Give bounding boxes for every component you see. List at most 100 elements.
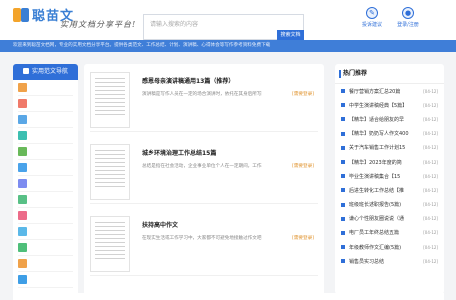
hot-item[interactable]: 中学生演讲稿经典【5篇】 [04-12] — [335, 98, 444, 112]
hot-item-title[interactable]: 后进生转化工作总结【推 — [349, 187, 411, 194]
category-icon — [18, 147, 27, 156]
bullet-icon — [341, 259, 345, 264]
hot-item-date: [04-12] — [423, 173, 438, 179]
category-icon — [18, 227, 27, 236]
search-button[interactable]: 搜索文档 — [277, 30, 304, 40]
hot-item-title[interactable]: 电厂员工年终总结五篇 — [349, 229, 411, 236]
login-button[interactable]: ● 登录/注册 — [390, 7, 426, 28]
user-icon: ● — [402, 7, 414, 19]
sidebar-title-text: 实用范文导航 — [31, 68, 68, 75]
sidebar-item[interactable] — [18, 208, 73, 224]
hot-item-title[interactable]: 【精华】适合给朋友的早 — [349, 116, 411, 123]
doc-card[interactable]: 感恩母亲演讲稿通用13篇（推荐） 演讲稿是写作人员在一定的场合演讲时，依托在其身… — [90, 68, 318, 132]
sidebar-item[interactable] — [18, 144, 73, 160]
hot-item-title[interactable]: 班级班长述职报告(5篇) — [349, 201, 411, 208]
doc-desc: 总结是指在社会活动，企业事业单位个人在一定期间，工作、学习或思想… — [142, 164, 262, 169]
sidebar-item[interactable] — [18, 240, 73, 256]
doc-desc: 演讲稿是写作人员在一定的场合演讲时，依托在其身后所写的文书，在… — [142, 92, 262, 97]
book-icon — [13, 7, 29, 22]
hot-item[interactable]: 【精华】2023年度的简 [04-12] — [335, 155, 444, 169]
bullet-icon — [341, 160, 345, 165]
hot-item[interactable]: 销售员实习总结 [04-12] — [335, 254, 444, 268]
hot-title: 热门推荐 — [335, 64, 444, 84]
login-label: 登录/注册 — [397, 22, 419, 28]
sidebar: 实用范文导航 — [13, 64, 78, 300]
hot-item[interactable]: 毕业生演讲稿集合【15 [04-12] — [335, 169, 444, 183]
hot-item-date: [04-12] — [423, 145, 438, 151]
doc-login-hint[interactable]: [需要登录] — [292, 235, 314, 241]
sidebar-item[interactable] — [18, 160, 73, 176]
category-icon — [18, 275, 27, 284]
category-icon — [18, 83, 27, 92]
bullet-icon — [341, 89, 345, 94]
feedback-button[interactable]: ✎ 投诉建议 — [354, 7, 390, 28]
hot-item-date: [04-12] — [423, 131, 438, 137]
bullet-icon — [341, 174, 345, 179]
notice-bar: 欢迎来到聪苗文档网，专业的实用文档分享平台。提供各类范文、工作总结、计划、演讲稿… — [0, 40, 456, 52]
bullet-icon — [341, 245, 345, 250]
doc-list: 感恩母亲演讲稿通用13篇（推荐） 演讲稿是写作人员在一定的场合演讲时，依托在其身… — [84, 64, 324, 300]
menu-icon — [22, 68, 29, 74]
hot-item[interactable]: 后进生转化工作总结【推 [04-12] — [335, 183, 444, 197]
hot-item[interactable]: 餐厅营销方案汇总20篇 [04-12] — [335, 84, 444, 98]
footer — [13, 293, 444, 300]
bullet-icon — [341, 202, 345, 207]
bullet-icon — [341, 117, 345, 122]
doc-desc: 在现实生活或工作学习中，大家都不可避免地接触过作文吧，借助作文可以… — [142, 236, 262, 241]
category-icon — [18, 243, 27, 252]
hot-item[interactable]: 年级教师作文汇编(5篇) [04-12] — [335, 240, 444, 254]
bullet-icon — [341, 216, 345, 221]
sidebar-title: 实用范文导航 — [13, 64, 78, 80]
hot-item-title[interactable]: 销售员实习总结 — [349, 258, 411, 265]
hot-item[interactable]: 【精华】适合给朋友的早 [04-12] — [335, 112, 444, 126]
hot-item[interactable]: 【精华】奶奶写人作文400 [04-12] — [335, 127, 444, 141]
hot-item-title[interactable]: 谦心个性朋友圈说说（通 — [349, 215, 411, 222]
doc-thumbnail[interactable] — [90, 144, 130, 200]
sidebar-item[interactable] — [18, 112, 73, 128]
hot-item-date: [04-12] — [423, 202, 438, 208]
category-icon — [18, 163, 27, 172]
hot-item-date: [04-12] — [423, 258, 438, 264]
doc-thumbnail[interactable] — [90, 216, 130, 272]
sidebar-item[interactable] — [18, 224, 73, 240]
sidebar-item[interactable] — [18, 96, 73, 112]
hot-panel: 热门推荐 餐厅营销方案汇总20篇 [04-12] 中学生演讲稿经典【5篇】 [04-1… — [335, 64, 444, 294]
hot-item-title[interactable]: 年级教师作文汇编(5篇) — [349, 244, 411, 251]
hot-item-date: [04-12] — [423, 187, 438, 193]
bullet-icon — [341, 131, 345, 136]
slogan: 实用文档分享平台! — [60, 20, 137, 29]
category-icon — [18, 211, 27, 220]
hot-item[interactable]: 谦心个性朋友圈说说（通 [04-12] — [335, 212, 444, 226]
category-icon — [18, 195, 27, 204]
doc-title[interactable]: 城乡环境治理工作总结15篇 — [142, 148, 216, 157]
sidebar-item[interactable] — [18, 128, 73, 144]
bullet-icon — [341, 188, 345, 193]
hot-item-date: [04-12] — [423, 244, 438, 250]
sidebar-item[interactable] — [18, 80, 73, 96]
hot-item-title[interactable]: 【精华】奶奶写人作文400 — [349, 130, 411, 137]
doc-login-hint[interactable]: [需要登录] — [292, 163, 314, 169]
doc-thumbnail[interactable] — [90, 72, 130, 128]
doc-card[interactable]: 城乡环境治理工作总结15篇 总结是指在社会活动，企业事业单位个人在一定期间，工作… — [90, 140, 318, 204]
hot-item-title[interactable]: 餐厅营销方案汇总20篇 — [349, 88, 411, 95]
bullet-icon — [341, 145, 345, 150]
sidebar-item[interactable] — [18, 192, 73, 208]
sidebar-item[interactable] — [18, 256, 73, 272]
hot-item-title[interactable]: 【精华】2023年度的简 — [349, 159, 411, 166]
hot-item-title[interactable]: 关于汽车销售工作计划15 — [349, 144, 411, 151]
hot-item[interactable]: 电厂员工年终总结五篇 [04-12] — [335, 226, 444, 240]
sidebar-item[interactable] — [18, 176, 73, 192]
sidebar-item[interactable] — [18, 272, 73, 288]
hot-item[interactable]: 关于汽车销售工作计划15 [04-12] — [335, 141, 444, 155]
doc-login-hint[interactable]: [需要登录] — [292, 91, 314, 97]
hot-item-date: [04-12] — [423, 88, 438, 94]
doc-title[interactable]: 感恩母亲演讲稿通用13篇（推荐） — [142, 76, 234, 85]
bullet-icon — [341, 230, 345, 235]
hot-item-title[interactable]: 毕业生演讲稿集合【15 — [349, 173, 411, 180]
hot-item[interactable]: 班级班长述职报告(5篇) [04-12] — [335, 198, 444, 212]
hot-item-date: [04-12] — [423, 116, 438, 122]
hot-item-title[interactable]: 中学生演讲稿经典【5篇】 — [349, 102, 411, 109]
doc-card[interactable]: 扶持高中作文 在现实生活或工作学习中，大家都不可避免地接触过作文吧，借助作文可以… — [90, 212, 318, 276]
doc-title[interactable]: 扶持高中作文 — [142, 220, 178, 229]
bullet-icon — [341, 103, 345, 108]
